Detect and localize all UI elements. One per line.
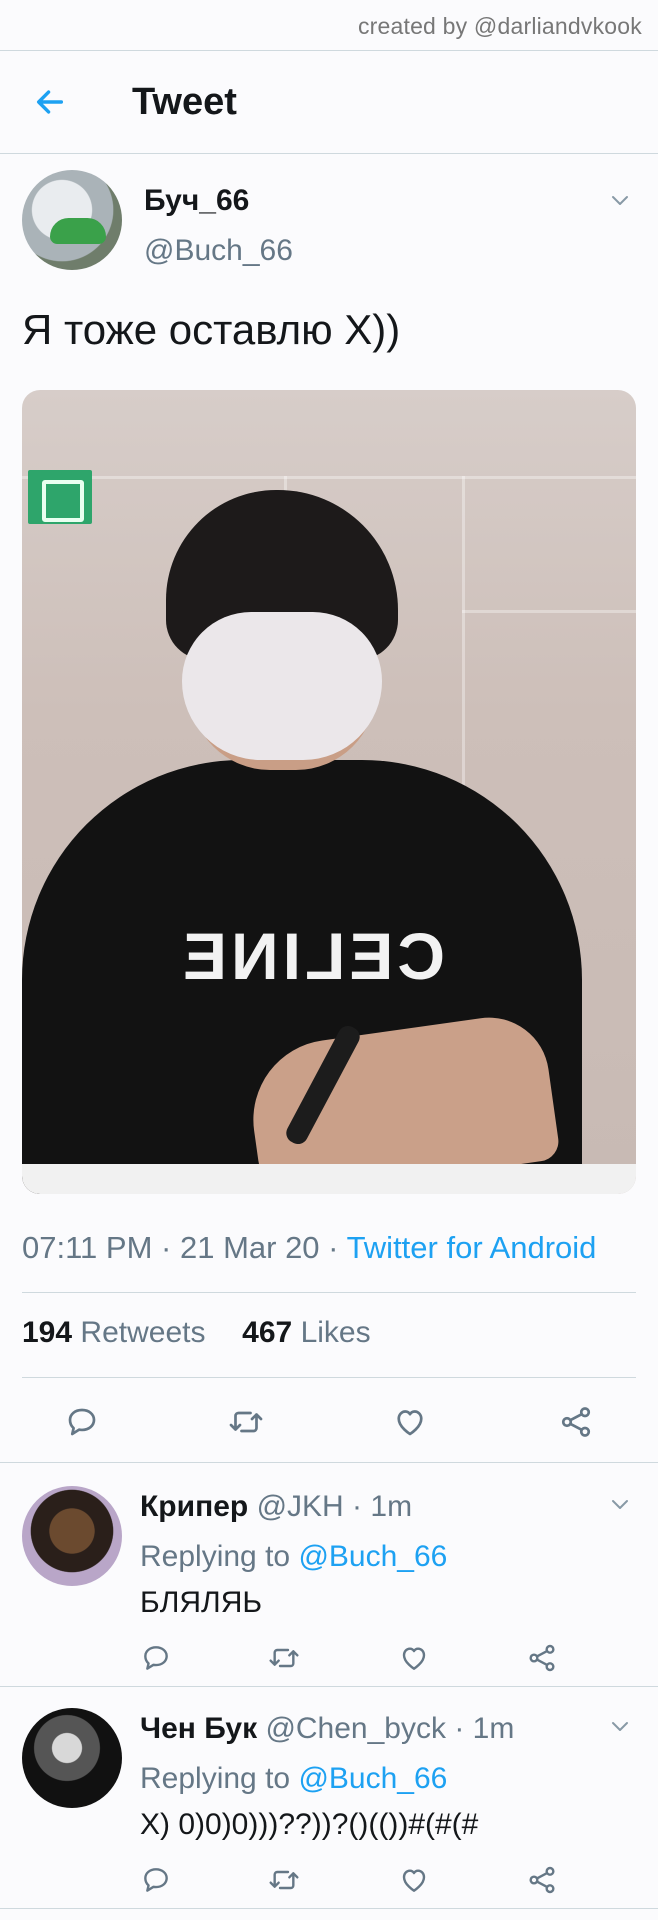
reply-button[interactable] [60,1400,104,1444]
author-handle[interactable]: @Buch_66 [144,234,293,268]
caret-down-icon[interactable] [608,188,632,212]
retweet-button[interactable] [224,1400,268,1444]
replying-label: Replying to [140,1540,291,1573]
tweet-author: Буч_66 @Buch_66 [22,170,636,280]
tweet-date: 21 Mar 20 [179,1230,320,1265]
divider [0,1908,658,1909]
reply-icon [144,1646,168,1670]
reply-avatar[interactable] [22,1486,122,1586]
author-name[interactable]: Буч_66 [144,184,249,218]
divider [0,1462,658,1463]
reply-author-name[interactable]: Крипер [140,1490,248,1523]
reply-avatar[interactable] [22,1708,122,1808]
reply-actions [0,1864,658,1908]
arrow-left-icon [36,90,64,114]
reply-text: БЛЯЛЯЬ [140,1586,263,1619]
share-icon [529,1866,555,1894]
like-button[interactable] [398,1642,434,1678]
reply-item[interactable]: Чен Бук @Chen_byck · 1m Replying to @Buc… [0,1708,658,1908]
share-button[interactable] [526,1864,562,1900]
share-icon [561,1407,591,1437]
retweet-icon [269,1648,299,1668]
face-mask [182,612,382,760]
watermark-text: created by @darliandvkook [357,13,642,39]
engagement-counts: 194 Retweets 467 Likes [22,1316,371,1350]
reply-text: Х) 0)0)0)))??))?()(())#(#(# [140,1808,479,1841]
tweet-meta: 07:11 PM · 21 Mar 20 · Twitter for Andro… [22,1230,597,1265]
caret-down-icon[interactable] [608,1492,632,1516]
reply-actions [0,1642,658,1686]
replying-mention[interactable]: @Buch_66 [298,1540,447,1573]
replying-label: Replying to [140,1762,291,1795]
share-icon [529,1644,555,1672]
caret-down-icon[interactable] [608,1714,632,1738]
like-icon [397,1410,423,1436]
reply-time: 1m [472,1712,515,1745]
retweet-button[interactable] [268,1864,304,1900]
reply-time: 1m [370,1490,413,1523]
back-button[interactable] [0,51,100,153]
author-avatar[interactable] [22,170,122,270]
reply-author-name[interactable]: Чен Бук [140,1712,257,1745]
retweets-stat[interactable]: 194 Retweets [22,1316,205,1349]
tweet-time: 07:11 PM [22,1230,153,1265]
like-button[interactable] [388,1400,432,1444]
share-button[interactable] [554,1400,598,1444]
reply-button[interactable] [140,1864,176,1900]
reply-author-handle[interactable]: @JKH [257,1490,344,1523]
tweet-source-link[interactable]: Twitter for Android [347,1230,597,1265]
divider [22,1377,636,1378]
like-button[interactable] [398,1864,434,1900]
top-bar: Tweet [0,50,658,154]
reply-icon [68,1408,96,1436]
reply-button[interactable] [140,1642,176,1678]
page-title: Tweet [132,80,237,123]
retweet-button[interactable] [268,1642,304,1678]
replying-mention[interactable]: @Buch_66 [298,1762,447,1795]
shirt-print: CELINE [178,919,446,993]
retweet-icon [229,1411,263,1433]
reply-item[interactable]: Крипер @JKH · 1m Replying to @Buch_66 БЛ… [0,1486,658,1686]
tweet-photo[interactable]: CELINE [22,390,636,1194]
exit-sign [28,470,92,524]
divider [22,1292,636,1293]
divider [0,1686,658,1687]
reply-icon [144,1868,168,1892]
likes-stat[interactable]: 467 Likes [242,1316,370,1349]
like-icon [402,1647,426,1670]
retweet-icon [269,1870,299,1890]
tweet-text: Я тоже оставлю Х)) [22,306,401,353]
tweet-actions [0,1400,658,1464]
like-icon [402,1869,426,1892]
share-button[interactable] [526,1642,562,1678]
reply-author-handle[interactable]: @Chen_byck [265,1712,446,1745]
